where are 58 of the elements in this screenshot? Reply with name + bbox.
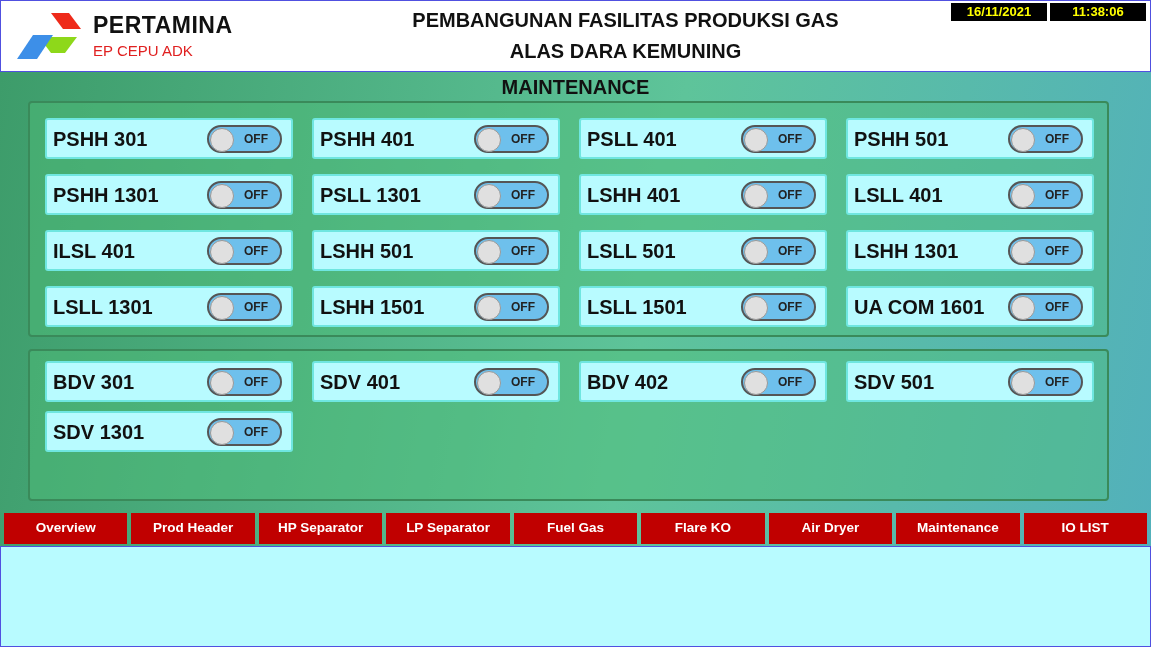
toggle-switch[interactable]: OFF bbox=[207, 124, 282, 153]
switch-label: PSHH 501 bbox=[854, 126, 949, 152]
toggle-switch[interactable]: OFF bbox=[1008, 292, 1083, 321]
switch-label: LSLL 1301 bbox=[53, 294, 153, 320]
toggle-switch[interactable]: OFF bbox=[1008, 124, 1083, 153]
nav-button[interactable]: LP Separator bbox=[386, 513, 510, 544]
toggle-switch[interactable]: OFF bbox=[207, 417, 282, 446]
toggle-switch[interactable]: OFF bbox=[474, 236, 549, 265]
toggle-switch[interactable]: OFF bbox=[474, 180, 549, 209]
header-title: ALAS DARA KEMUNING bbox=[508, 39, 743, 64]
logo-subtitle: EP CEPU ADK bbox=[93, 43, 194, 58]
toggle-switch[interactable]: OFF bbox=[474, 367, 549, 396]
toggle-switch[interactable]: OFF bbox=[207, 292, 282, 321]
toggle-switch[interactable]: OFF bbox=[474, 292, 549, 321]
nav-button[interactable]: Prod Header bbox=[131, 513, 255, 544]
toggle-switch[interactable]: OFF bbox=[741, 236, 816, 265]
toggle-switch[interactable]: OFF bbox=[741, 124, 816, 153]
switch-label: SDV 1301 bbox=[53, 419, 145, 445]
switch-label: ILSL 401 bbox=[53, 238, 135, 264]
switch-label: PSHH 1301 bbox=[53, 182, 159, 208]
toggle-switch[interactable]: OFF bbox=[741, 292, 816, 321]
page-title: MAINTENANCE bbox=[500, 75, 651, 100]
nav-button[interactable]: Maintenance bbox=[896, 513, 1020, 544]
header-title: PEMBANGUNAN FASILITAS PRODUKSI GAS bbox=[411, 8, 840, 33]
date-display: 16/11/2021 bbox=[951, 3, 1047, 21]
logo-name: PERTAMINA bbox=[93, 14, 233, 37]
switch-label: BDV 301 bbox=[53, 369, 135, 395]
nav-button[interactable]: Overview bbox=[4, 513, 128, 544]
switch-label: SDV 501 bbox=[854, 369, 935, 395]
toggle-switch[interactable]: OFF bbox=[741, 180, 816, 209]
nav-button[interactable]: Flare KO bbox=[641, 513, 765, 544]
toggle-switch[interactable]: OFF bbox=[207, 236, 282, 265]
switch-label: UA COM 1601 bbox=[854, 294, 985, 320]
nav-button[interactable]: Air Dryer bbox=[768, 513, 893, 544]
toggle-switch[interactable]: OFF bbox=[1008, 180, 1083, 209]
switch-label: PSLL 401 bbox=[587, 126, 677, 152]
switch-label: LSLL 1501 bbox=[587, 294, 687, 320]
switch-label: LSHH 501 bbox=[320, 238, 414, 264]
toggle-switch[interactable]: OFF bbox=[207, 367, 282, 396]
switch-label: PSHH 401 bbox=[320, 126, 415, 152]
toggle-switch[interactable]: OFF bbox=[474, 124, 549, 153]
switch-label: BDV 402 bbox=[587, 369, 669, 395]
nav-button[interactable]: HP Separator bbox=[258, 513, 383, 544]
toggle-switch[interactable]: OFF bbox=[207, 180, 282, 209]
nav-button[interactable]: IO LIST bbox=[1023, 513, 1147, 544]
nav-button[interactable]: Fuel Gas bbox=[513, 513, 638, 544]
toggle-switch[interactable]: OFF bbox=[1008, 236, 1083, 265]
switch-label: LSLL 501 bbox=[587, 238, 676, 264]
toggle-switch[interactable]: OFF bbox=[741, 367, 816, 396]
switch-label: LSHH 1301 bbox=[854, 238, 959, 264]
switch-label: LSHH 1501 bbox=[320, 294, 425, 320]
toggle-switch[interactable]: OFF bbox=[1008, 367, 1083, 396]
switch-label: LSHH 401 bbox=[587, 182, 681, 208]
time-display: 11:38:06 bbox=[1050, 3, 1146, 21]
switch-label: LSLL 401 bbox=[854, 182, 943, 208]
switch-label: PSLL 1301 bbox=[320, 182, 421, 208]
switch-label: PSHH 301 bbox=[53, 126, 148, 152]
switch-label: SDV 401 bbox=[320, 369, 401, 395]
